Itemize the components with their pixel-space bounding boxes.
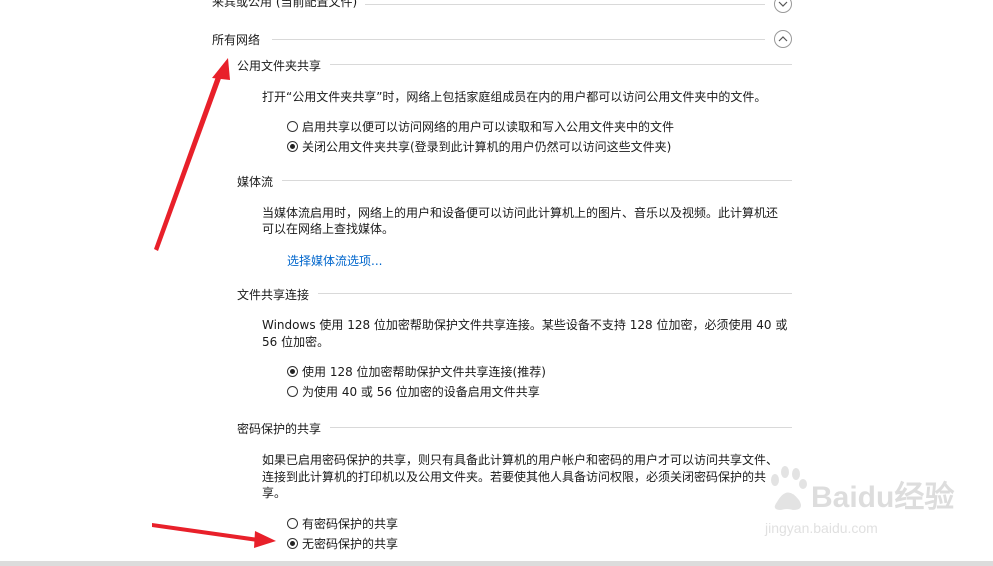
arrow-right-annotation [152, 523, 276, 548]
watermark-url: jingyan.baidu.com [765, 520, 878, 536]
watermark-brand: Baidu经验 [811, 481, 955, 514]
bottom-scroll-edge [0, 561, 993, 566]
arrow-up-annotation [154, 58, 230, 251]
baidu-watermark: Baidu经验 jingyan.baidu.com [763, 462, 954, 542]
